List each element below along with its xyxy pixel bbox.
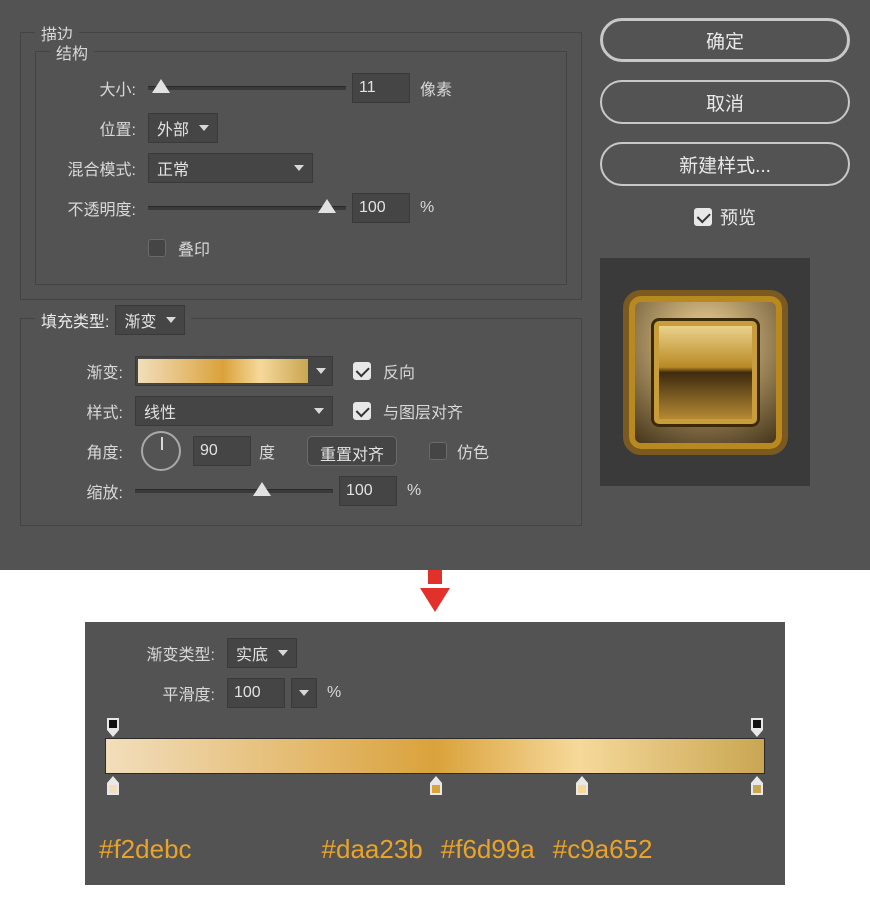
size-input[interactable] [352, 73, 410, 103]
smooth-dropdown[interactable] [291, 678, 317, 708]
left-column: 描边 结构 大小: 像素 位置: 外部 [20, 18, 582, 552]
style-select[interactable]: 线性 [135, 396, 333, 426]
blendmode-label: 混合模式: [48, 156, 136, 180]
filltype-value: 渐变 [124, 308, 156, 332]
scale-slider[interactable] [135, 486, 333, 496]
chevron-down-icon [294, 165, 304, 171]
reset-align-button[interactable]: 重置对齐 [307, 436, 397, 466]
style-value: 线性 [144, 399, 176, 423]
gradient-swatch [138, 359, 308, 383]
scale-unit: % [407, 482, 421, 500]
scale-input[interactable] [339, 476, 397, 506]
hex-labels-row: #f2debc #daa23b #f6d99a #c9a652 [105, 834, 765, 865]
right-column: 确定 取消 新建样式... 预览 [600, 18, 850, 552]
blendmode-select[interactable]: 正常 [148, 153, 313, 183]
gradient-bar[interactable] [105, 738, 765, 774]
preview-thumbnail [600, 258, 810, 486]
hex-3: #c9a652 [553, 834, 653, 865]
opacity-unit: % [420, 199, 434, 217]
ok-button[interactable]: 确定 [600, 18, 850, 62]
structure-fieldset: 结构 大小: 像素 位置: 外部 [35, 51, 567, 285]
chevron-down-icon [199, 125, 209, 131]
reverse-checkbox[interactable] [353, 362, 371, 380]
smooth-unit: % [327, 684, 341, 702]
scale-label: 缩放: [35, 479, 123, 503]
gradient-label: 渐变: [35, 359, 123, 383]
align-label: 与图层对齐 [383, 399, 463, 423]
new-style-button[interactable]: 新建样式... [600, 142, 850, 186]
overprint-label: 叠印 [178, 236, 210, 260]
fill-fieldset: 填充类型: 渐变 渐变: 反向 样式: 线 [20, 318, 582, 526]
opacity-input[interactable] [352, 193, 410, 223]
position-value: 外部 [157, 116, 189, 140]
angle-label: 角度: [35, 439, 123, 463]
hex-1: #daa23b [322, 834, 423, 865]
cancel-button[interactable]: 取消 [600, 80, 850, 124]
arrow-connector [0, 570, 870, 612]
opacity-stop-right[interactable] [749, 718, 765, 737]
position-select[interactable]: 外部 [148, 113, 218, 143]
gradtype-select[interactable]: 实底 [227, 638, 297, 668]
chevron-down-icon [299, 690, 309, 696]
size-label: 大小: [48, 76, 136, 100]
blendmode-value: 正常 [157, 156, 189, 180]
opacity-slider[interactable] [148, 203, 346, 213]
preview-icon [623, 290, 788, 455]
chevron-down-icon [314, 408, 324, 414]
angle-dial[interactable] [141, 431, 181, 471]
angle-input[interactable] [193, 436, 251, 466]
chevron-down-icon [278, 650, 288, 656]
angle-unit: 度 [259, 439, 275, 463]
position-label: 位置: [48, 116, 136, 140]
structure-title: 结构 [50, 40, 94, 64]
dither-label: 仿色 [457, 439, 489, 463]
gradient-editor [105, 722, 765, 824]
reverse-label: 反向 [383, 359, 415, 383]
dither-checkbox[interactable] [429, 442, 447, 460]
color-stop-3[interactable] [749, 776, 765, 795]
color-stop-2[interactable] [574, 776, 590, 795]
chevron-down-icon [316, 368, 326, 374]
align-checkbox[interactable] [353, 402, 371, 420]
gradient-editor-panel: 渐变类型: 实底 平滑度: % [85, 622, 785, 885]
preview-label: 预览 [720, 204, 756, 230]
gradtype-value: 实底 [236, 641, 268, 665]
chevron-down-icon [166, 317, 176, 323]
opacity-stop-left[interactable] [105, 718, 121, 737]
gradtype-label: 渐变类型: [105, 641, 215, 665]
preview-checkbox[interactable] [694, 208, 712, 226]
size-unit: 像素 [420, 76, 452, 100]
color-stop-1[interactable] [428, 776, 444, 795]
opacity-label: 不透明度: [48, 196, 136, 220]
filltype-select[interactable]: 渐变 [115, 305, 185, 335]
color-stop-0[interactable] [105, 776, 121, 795]
filltype-label: 填充类型: [41, 308, 109, 332]
overprint-checkbox[interactable] [148, 239, 166, 257]
stroke-options-panel: 描边 结构 大小: 像素 位置: 外部 [0, 0, 870, 570]
smooth-label: 平滑度: [105, 681, 215, 705]
style-label: 样式: [35, 399, 123, 423]
stroke-fieldset: 描边 结构 大小: 像素 位置: 外部 [20, 32, 582, 300]
gradient-picker[interactable] [135, 356, 333, 386]
smooth-input[interactable] [227, 678, 285, 708]
hex-0: #f2debc [99, 834, 192, 865]
hex-2: #f6d99a [441, 834, 535, 865]
size-slider[interactable] [148, 83, 346, 93]
